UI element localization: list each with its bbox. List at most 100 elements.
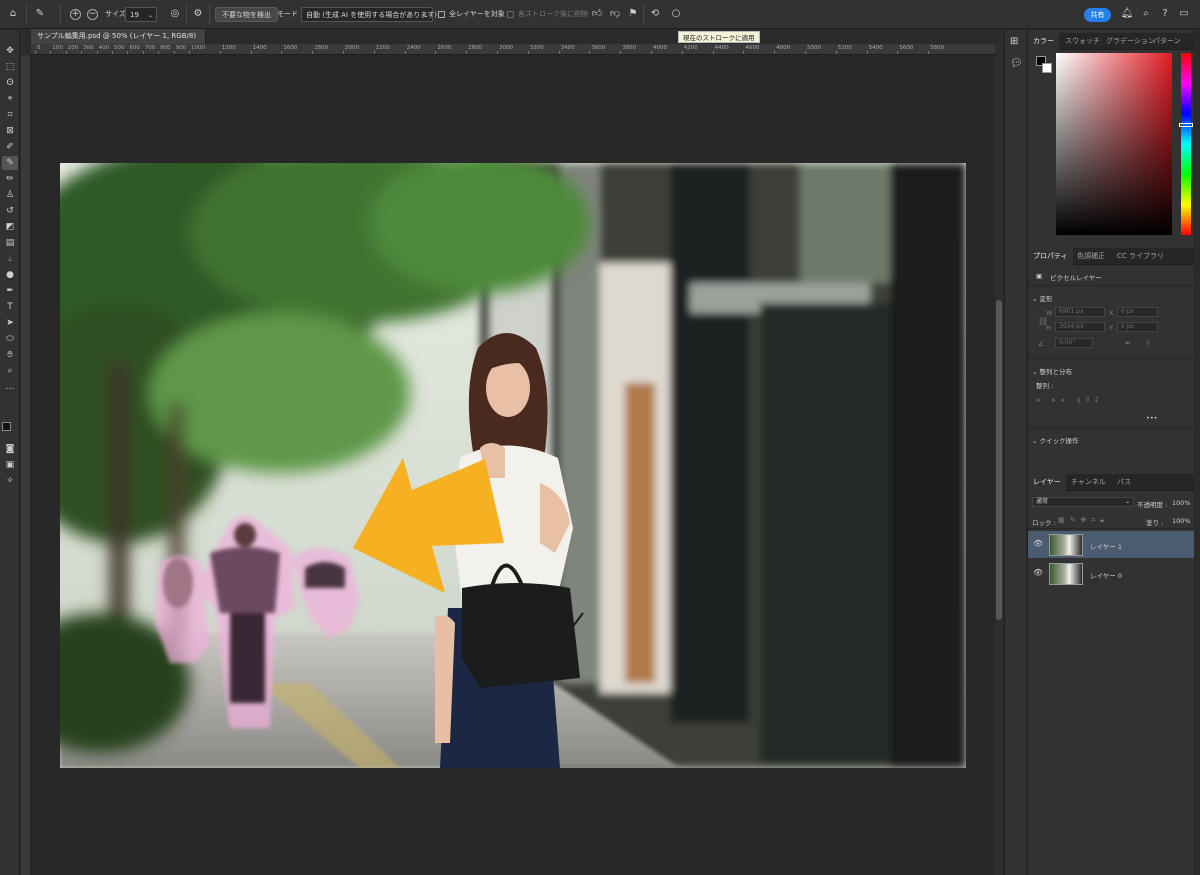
circle-icon[interactable]: ○ [669, 7, 683, 21]
tab-swatches[interactable]: スウォッチ [1060, 33, 1105, 50]
ruler-tick-label: 1400 [252, 45, 267, 51]
type-tool-icon[interactable]: T [2, 300, 18, 314]
gradient-tool-icon[interactable]: ▤ [2, 236, 18, 250]
shape-tool-icon[interactable]: ⬭ [2, 332, 18, 346]
document-tab[interactable]: サンプル編集用.psd @ 50% (レイヤー 1, RGB/8) [31, 29, 206, 44]
move-tool-icon[interactable]: ✥ [2, 44, 18, 58]
thumbs-down-icon[interactable]: 👎︎ [608, 7, 622, 21]
foreground-color-swatch[interactable] [2, 422, 11, 431]
angle-field[interactable]: 0.00° [1055, 338, 1093, 348]
add-mode-icon[interactable]: + [70, 9, 81, 20]
remove-tool-icon[interactable]: ✎ [33, 7, 47, 21]
background-color-swatch[interactable] [1042, 63, 1052, 73]
help-icon[interactable]: ? [1158, 7, 1172, 21]
ruler-tick [928, 51, 930, 54]
eraser-tool-icon[interactable]: ◩ [2, 220, 18, 234]
vertical-scrollbar-thumb[interactable] [996, 300, 1002, 620]
hue-slider[interactable] [1181, 53, 1191, 235]
frame-tool-icon[interactable]: ⊠ [2, 124, 18, 138]
tab-paths[interactable]: パス [1112, 474, 1136, 491]
align-section-title[interactable]: ⌄ 整列と分布 [1032, 366, 1072, 376]
transform-section-title[interactable]: ⌄ 変形 [1032, 293, 1053, 303]
color-field[interactable] [1056, 53, 1172, 235]
y-field[interactable]: 0 px [1117, 322, 1158, 332]
quick-selection-tool-icon[interactable]: ⌖ [2, 92, 18, 106]
width-field[interactable]: 6901 px [1055, 307, 1105, 317]
delete-after-stroke-checkbox[interactable]: 各ストローク後に削除 [507, 7, 588, 22]
flag-icon[interactable]: ⚑ [626, 7, 640, 21]
pixel-layer-icon: ▣ [1036, 272, 1043, 280]
layer-name[interactable]: レイヤー 1 [1090, 541, 1122, 551]
tab-patterns[interactable]: パターン [1148, 33, 1186, 50]
opacity-value[interactable]: 100% [1172, 499, 1191, 507]
fill-value[interactable]: 100% [1172, 517, 1191, 525]
generative-icon[interactable]: ✧ [2, 474, 18, 488]
layer-name[interactable]: レイヤー 0 [1090, 570, 1122, 580]
screen-mode-icon[interactable]: ▣ [2, 458, 18, 472]
bell-icon[interactable]: 🔔︎ [1120, 7, 1134, 21]
share-button[interactable]: 共有 [1084, 8, 1111, 22]
ruler-tick [651, 51, 652, 54]
tab-adjustments[interactable]: 色調補正 [1072, 248, 1110, 265]
brush-tool-icon[interactable]: ✏ [2, 172, 18, 186]
remove-tool-icon[interactable]: ✎ [2, 156, 18, 170]
history-icon[interactable]: ⊞ [1010, 36, 1018, 47]
stamp-tool-icon[interactable]: ♙ [2, 188, 18, 202]
lock-buttons-icon[interactable]: ▦✎✥⌗🔒︎ [1058, 516, 1109, 525]
ruler-tick-label: 0 [37, 45, 41, 51]
x-field[interactable]: 0 px [1117, 307, 1158, 317]
layer-row[interactable]: 👁︎ レイヤー 0 [1028, 560, 1194, 587]
path-selection-tool-icon[interactable]: ➤ [2, 316, 18, 330]
thumbs-up-icon[interactable]: 👍︎ [590, 7, 604, 21]
ruler-tick [250, 51, 252, 54]
detect-distractions-button[interactable]: 不要な物を検出 [215, 7, 278, 22]
dodge-tool-icon[interactable]: ● [2, 268, 18, 282]
more-tools-icon[interactable]: … [2, 380, 18, 394]
eyedropper-tool-icon[interactable]: ✐ [2, 140, 18, 154]
history-brush-tool-icon[interactable]: ↺ [2, 204, 18, 218]
ruler-tick-label: 400 [98, 45, 110, 51]
zoom-tool-icon[interactable]: ⌕ [2, 364, 18, 378]
hand-tool-icon[interactable]: ✋︎ [2, 348, 18, 362]
blend-mode-select[interactable]: 通常 ⌄ [1032, 497, 1134, 507]
hue-slider-handle[interactable] [1179, 123, 1193, 127]
ruler-tick-label: 2000 [345, 45, 359, 51]
tab-layers[interactable]: レイヤー [1028, 474, 1066, 491]
subtract-mode-icon[interactable]: − [87, 9, 98, 20]
gear-icon[interactable]: ⚙ [191, 7, 205, 21]
eye-icon[interactable]: 👁︎ [1033, 568, 1043, 577]
flip-horizontal-icon[interactable]: ⇹ [1125, 339, 1130, 347]
flip-vertical-icon[interactable]: ⇳ [1145, 339, 1150, 347]
ruler-tick [281, 51, 283, 54]
tab-properties[interactable]: プロパティ [1028, 248, 1073, 265]
marquee-tool-icon[interactable]: ⬚ [2, 60, 18, 74]
comments-icon[interactable]: 💬︎ [1010, 58, 1023, 69]
lasso-tool-icon[interactable]: ʘ [2, 76, 18, 90]
document-image[interactable] [60, 163, 966, 768]
color-panel-tabs: カラー スウォッチ グラデーション パターン [1028, 33, 1200, 50]
crop-tool-icon[interactable]: ⌗ [2, 108, 18, 122]
pressure-icon[interactable]: ◎ [168, 7, 182, 21]
height-field[interactable]: 3934 px [1055, 322, 1105, 332]
tab-channels[interactable]: チャンネル [1066, 474, 1111, 491]
quick-actions-section-title[interactable]: ⌄ クイック操作 [1032, 435, 1079, 445]
apply-stroke-icon[interactable]: ⟲ [648, 7, 662, 21]
ruler-tick-label: 1800 [314, 45, 329, 51]
tab-cc-libraries[interactable]: CC ライブラリ [1112, 248, 1169, 265]
tab-color[interactable]: カラー [1028, 33, 1059, 50]
all-layers-checkbox[interactable]: 全レイヤーを対象 [438, 7, 505, 22]
layer-row[interactable]: 👁︎ レイヤー 1 [1028, 531, 1194, 558]
size-input[interactable]: 19 ⌄ [125, 7, 157, 22]
eye-icon[interactable]: 👁︎ [1033, 539, 1043, 548]
panel-scrollbar[interactable] [1194, 30, 1200, 875]
pen-tool-icon[interactable]: ✒ [2, 284, 18, 298]
blur-tool-icon[interactable]: 💧︎ [2, 252, 18, 266]
align-buttons-icon[interactable]: ⫷⫶⫸⫷ ⫫⫪⫩ [1036, 396, 1104, 405]
search-icon[interactable]: ⌕ [1139, 7, 1153, 21]
home-icon[interactable]: ⌂ [6, 7, 20, 21]
workspace-icon[interactable]: ▭ [1177, 7, 1191, 21]
mode-select[interactable]: 自動 (生成 AI を使用する場合があります) ⌄ [301, 7, 437, 22]
more-button[interactable]: ••• [1146, 414, 1158, 422]
quick-mask-icon[interactable]: ◙ [2, 442, 18, 456]
ruler-tick [127, 51, 129, 54]
